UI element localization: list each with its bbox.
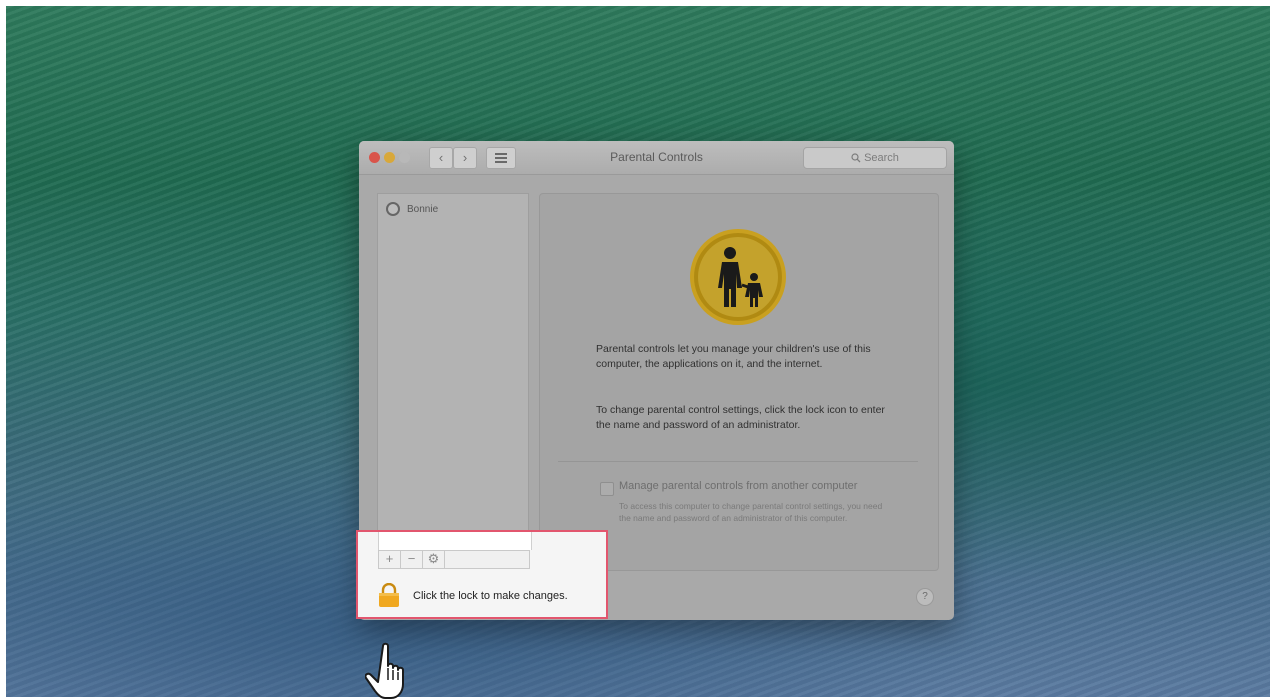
user-list-bottom xyxy=(378,532,532,550)
search-field[interactable]: Search xyxy=(803,147,947,169)
search-icon xyxy=(851,153,861,163)
remote-management-checkbox[interactable] xyxy=(600,482,614,496)
user-name: Bonnie xyxy=(407,203,439,215)
divider xyxy=(558,461,918,462)
remote-management-help-text: To access this computer to change parent… xyxy=(619,501,883,523)
search-placeholder: Search xyxy=(864,152,899,164)
title-bar: ‹ › Parental Controls Search xyxy=(359,141,954,175)
pointing-hand-cursor-icon xyxy=(365,642,404,699)
instruction-text: To change parental control settings, cli… xyxy=(596,404,885,431)
lock-icon[interactable] xyxy=(378,583,400,607)
add-user-button[interactable]: + xyxy=(379,551,401,568)
help-button[interactable]: ? xyxy=(916,588,934,606)
content-panel: Parental controls let you manage your ch… xyxy=(539,193,939,571)
user-list-toolbar: + − ⚙ xyxy=(378,550,530,569)
parental-controls-icon xyxy=(690,229,786,325)
user-list-item[interactable]: Bonnie xyxy=(386,202,438,216)
remove-user-button[interactable]: − xyxy=(401,551,423,568)
user-list[interactable]: Bonnie xyxy=(377,193,529,551)
user-avatar-icon xyxy=(386,202,400,216)
lock-highlight: + − ⚙ Click the lock to make changes. xyxy=(356,530,608,619)
remote-management-label: Manage parental controls from another co… xyxy=(619,480,858,492)
lock-label[interactable]: Click the lock to make changes. xyxy=(413,590,568,602)
description-text: Parental controls let you manage your ch… xyxy=(596,343,871,370)
action-menu-button[interactable]: ⚙ xyxy=(423,551,445,568)
